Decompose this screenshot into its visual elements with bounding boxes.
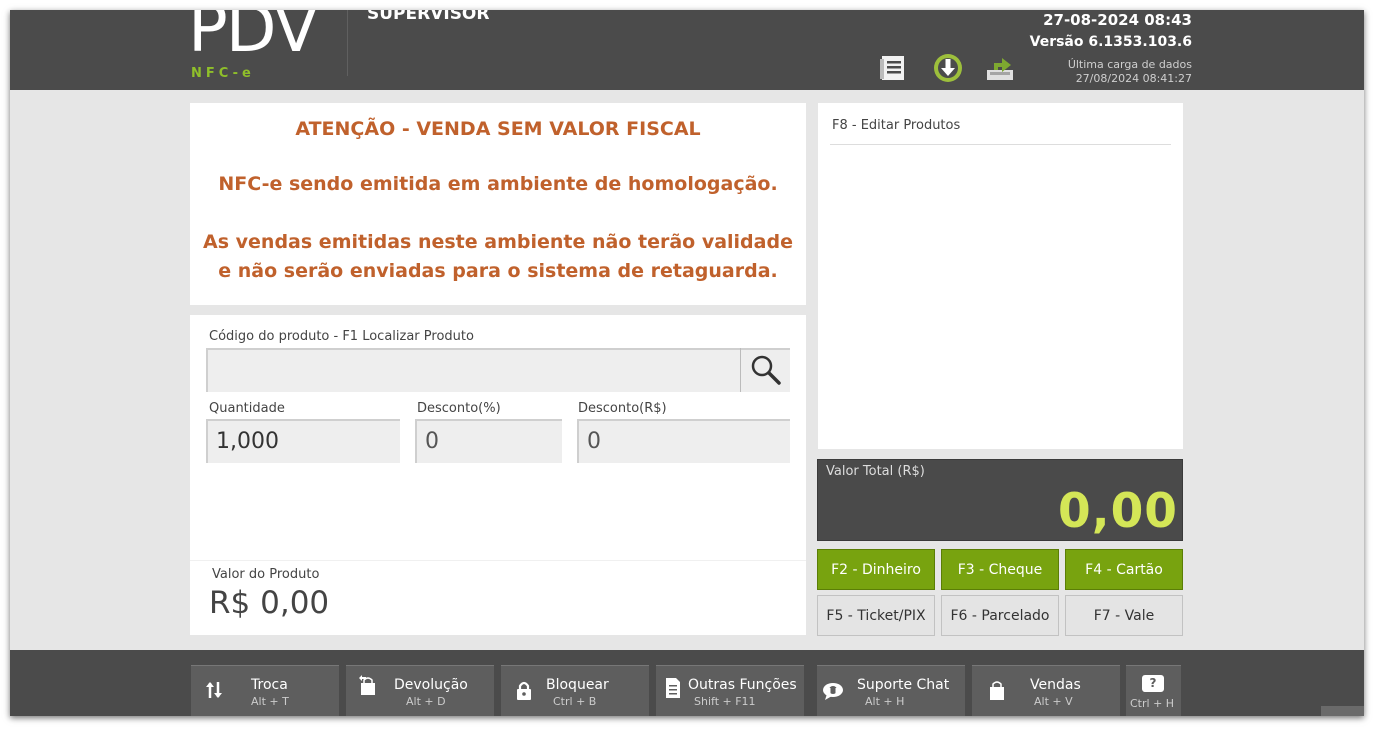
warning-title: ATENÇÃO - VENDA SEM VALOR FISCAL — [295, 118, 701, 140]
warning-line-2: As vendas emitidas neste ambiente não te… — [190, 228, 806, 286]
logo-text: PDV — [188, 10, 319, 67]
product-value-label: Valor do Produto — [212, 567, 320, 582]
total-panel: Valor Total (R$) 0,00 — [817, 459, 1183, 541]
quantity-input[interactable]: 1,000 — [206, 419, 400, 463]
product-value: R$ 0,00 — [209, 585, 330, 621]
total-label: Valor Total (R$) — [826, 464, 925, 479]
download-icon[interactable] — [932, 52, 964, 84]
warning-line-2b: e não serão enviadas para o sistema de r… — [218, 260, 778, 282]
lock-label: Bloquear — [546, 677, 609, 693]
exchange-label: Troca — [251, 677, 288, 693]
exchange-shortcut: Alt + T — [251, 695, 289, 708]
logo-subtitle: NFC-e — [191, 66, 255, 81]
user-role: SUPERVISOR — [367, 10, 490, 24]
bag-icon — [990, 681, 1004, 700]
chat-icon — [823, 683, 843, 700]
quantity-label: Quantidade — [209, 401, 285, 416]
lock-button[interactable]: Bloquear Ctrl + B — [501, 665, 649, 716]
help-icon: ? — [1142, 675, 1164, 692]
total-value: 0,00 — [1058, 484, 1178, 539]
other-functions-label: Outras Funções — [688, 677, 797, 693]
search-icon — [751, 355, 781, 385]
sales-button[interactable]: Vendas Alt + V — [972, 665, 1120, 716]
support-chat-button[interactable]: Suporte Chat Alt + H — [817, 665, 965, 716]
app-window: PDV NFC-e SUPERVISOR 27-08-2024 08:43 Ve… — [10, 10, 1364, 716]
divider — [830, 144, 1171, 145]
discount-value-label: Desconto(R$) — [578, 401, 667, 416]
product-code-input[interactable] — [206, 348, 790, 392]
lock-icon — [517, 681, 531, 700]
warning-line-2a: As vendas emitidas neste ambiente não te… — [203, 231, 793, 253]
upload-icon[interactable] — [984, 52, 1016, 84]
current-datetime: 27-08-2024 08:43 — [1043, 11, 1192, 29]
discount-value-input[interactable]: 0 — [577, 419, 790, 463]
pay-cash-button[interactable]: F2 - Dinheiro — [817, 549, 935, 590]
swap-icon — [206, 682, 222, 698]
search-product-button[interactable] — [740, 348, 790, 392]
other-functions-button[interactable]: Outras Funções Shift + F11 — [656, 665, 804, 716]
document-icon[interactable] — [878, 52, 910, 84]
app-version: Versão 6.1353.103.6 — [1029, 34, 1192, 50]
product-list-panel[interactable]: F8 - Editar Produtos — [818, 103, 1183, 449]
return-bag-icon — [359, 675, 375, 695]
top-bar: PDV NFC-e SUPERVISOR 27-08-2024 08:43 Ve… — [10, 10, 1364, 90]
logo-divider — [347, 10, 348, 76]
help-shortcut: Ctrl + H — [1130, 697, 1175, 710]
last-load-value: 27/08/2024 08:41:27 — [1075, 72, 1192, 85]
help-button[interactable]: ? Ctrl + H — [1126, 665, 1181, 716]
return-shortcut: Alt + D — [406, 695, 446, 708]
window-corner — [1321, 706, 1364, 716]
edit-products-header[interactable]: F8 - Editar Produtos — [832, 118, 960, 133]
bottom-bar: Troca Alt + T Devolução Alt + D Bloquear… — [10, 650, 1364, 716]
divider — [190, 560, 806, 561]
sales-shortcut: Alt + V — [1034, 695, 1073, 708]
document-icon — [666, 678, 680, 698]
pay-installment-button[interactable]: F6 - Parcelado — [941, 595, 1059, 636]
discount-percent-input[interactable]: 0 — [415, 419, 562, 463]
pay-check-button[interactable]: F3 - Cheque — [941, 549, 1059, 590]
return-label: Devolução — [394, 677, 468, 693]
return-button[interactable]: Devolução Alt + D — [346, 665, 494, 716]
lock-shortcut: Ctrl + B — [553, 695, 597, 708]
pay-ticket-pix-button[interactable]: F5 - Ticket/PIX — [817, 595, 935, 636]
product-code-label: Código do produto - F1 Localizar Produto — [209, 329, 474, 344]
fiscal-warning-panel: ATENÇÃO - VENDA SEM VALOR FISCAL NFC-e s… — [190, 103, 806, 305]
product-entry-panel: Código do produto - F1 Localizar Produto… — [190, 315, 806, 635]
pay-card-button[interactable]: F4 - Cartão — [1065, 549, 1183, 590]
discount-percent-label: Desconto(%) — [417, 401, 501, 416]
last-load-label: Última carga de dados — [1067, 58, 1192, 71]
warning-line-1: NFC-e sendo emitida em ambiente de homol… — [218, 173, 778, 195]
other-functions-shortcut: Shift + F11 — [694, 695, 756, 708]
sales-label: Vendas — [1030, 677, 1081, 693]
support-chat-label: Suporte Chat — [857, 677, 950, 693]
support-chat-shortcut: Alt + H — [865, 695, 905, 708]
pay-voucher-button[interactable]: F7 - Vale — [1065, 595, 1183, 636]
exchange-button[interactable]: Troca Alt + T — [191, 665, 339, 716]
